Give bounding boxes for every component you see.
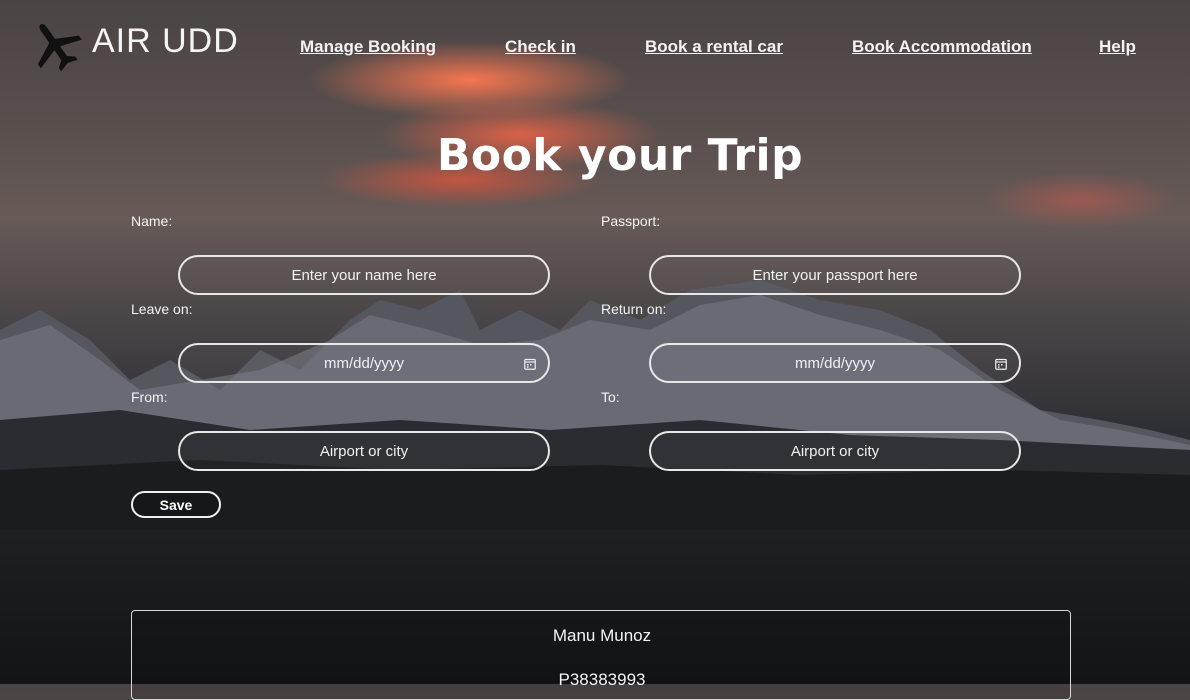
nav-help[interactable]: Help	[1099, 37, 1136, 57]
brand-name[interactable]: AIR UDD	[92, 22, 239, 61]
from-label: From:	[131, 389, 168, 405]
result-passport: P38383993	[558, 670, 646, 689]
to-input[interactable]: Airport or city	[649, 431, 1021, 471]
nav-manage-booking[interactable]: Manage Booking	[300, 37, 436, 57]
booking-result-card: Manu Munoz P38383993	[131, 610, 1071, 700]
page-title: Book your Trip	[436, 130, 804, 181]
leave-on-date-input[interactable]: mm/dd/yyyy	[178, 343, 550, 383]
site-header: AIR UDD Manage Booking Check in Book a r…	[0, 0, 1190, 90]
passport-label: Passport:	[601, 213, 661, 229]
name-input[interactable]: Enter your name here	[178, 255, 550, 295]
save-button[interactable]: Save	[131, 491, 221, 518]
nav-book-accommodation[interactable]: Book Accommodation	[852, 37, 1032, 57]
nav-book-rental-car[interactable]: Book a rental car	[645, 37, 783, 57]
from-input[interactable]: Airport or city	[178, 431, 550, 471]
airplane-icon[interactable]	[26, 16, 84, 74]
name-label: Name:	[131, 213, 173, 229]
return-on-label: Return on:	[601, 301, 667, 317]
calendar-icon[interactable]	[524, 358, 536, 370]
calendar-icon[interactable]	[995, 358, 1007, 370]
return-on-placeholder: mm/dd/yyyy	[794, 355, 875, 372]
passport-input[interactable]: Enter your passport here	[649, 255, 1021, 295]
result-name: Manu Munoz	[552, 626, 652, 645]
leave-on-placeholder: mm/dd/yyyy	[323, 355, 404, 372]
return-on-date-input[interactable]: mm/dd/yyyy	[649, 343, 1021, 383]
leave-on-label: Leave on:	[131, 301, 193, 317]
nav-check-in[interactable]: Check in	[505, 37, 576, 57]
to-label: To:	[601, 389, 620, 405]
